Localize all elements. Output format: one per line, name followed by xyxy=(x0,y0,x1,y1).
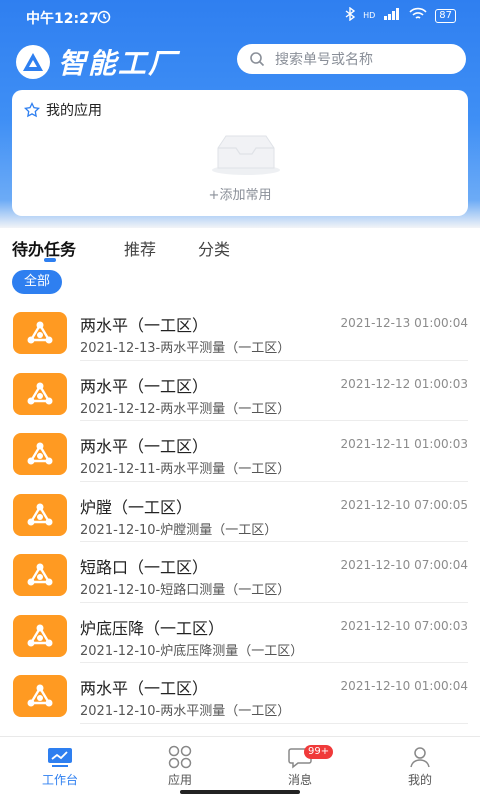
search-icon xyxy=(249,51,265,67)
task-icon xyxy=(13,372,67,415)
task-subtitle: 2021-12-12-两水平测量（一工区） xyxy=(80,401,291,417)
task-time: 2021-12-10 07:00:03 xyxy=(340,618,468,633)
logo-mark-icon xyxy=(16,45,50,79)
app-title: 智能工厂 xyxy=(58,47,179,80)
my-apps-card: 我的应用 +添加常用 xyxy=(12,90,468,216)
messages-badge: 99+ xyxy=(304,745,334,759)
task-icon xyxy=(13,493,67,536)
status-bar: 中午12:27 HD 87 xyxy=(0,0,480,32)
task-title: 两水平（一工区） xyxy=(80,437,209,456)
add-common-button[interactable]: +添加常用 xyxy=(12,184,468,203)
row-divider xyxy=(80,722,468,724)
filter-chip-all[interactable]: 全部 xyxy=(12,270,63,294)
my-apps-title: 我的应用 xyxy=(46,103,102,119)
task-title: 两水平（一工区） xyxy=(80,376,209,396)
tab-apps-label: 应用 xyxy=(167,773,192,787)
bluetooth-icon xyxy=(345,6,356,24)
task-subtitle: 2021-12-10-两水平测量（一工区） xyxy=(80,704,291,719)
task-icon xyxy=(13,433,67,475)
task-icon xyxy=(13,312,67,354)
my-apps-heading: 我的应用 xyxy=(24,100,102,120)
tab-category[interactable]: 分类 xyxy=(198,236,230,260)
task-row[interactable]: 两水平（一工区） 2021-12-10 01:00:04 2021-12-10-… xyxy=(0,663,480,724)
task-row[interactable]: 两水平（一工区） 2021-12-13 01:00:04 2021-12-13-… xyxy=(0,300,480,361)
signal-icon xyxy=(383,8,401,23)
tab-todo[interactable]: 待办任务 xyxy=(12,236,76,260)
task-title: 两水平（一工区） xyxy=(80,316,209,335)
task-icon xyxy=(13,554,67,596)
task-icon xyxy=(13,675,67,717)
task-icon xyxy=(13,614,67,657)
tab-mine[interactable]: 我的 xyxy=(380,743,460,788)
task-title: 炉膛（一工区） xyxy=(80,497,193,517)
alarm-icon xyxy=(96,8,112,28)
task-tabs: 待办任务 推荐 分类 全部 xyxy=(0,228,480,300)
workbench-icon xyxy=(20,743,100,771)
status-time: 中午12:27 xyxy=(26,11,99,27)
tab-messages[interactable]: 99+ 消息 xyxy=(260,743,340,788)
search-placeholder: 搜索单号或名称 xyxy=(275,52,373,68)
battery-level: 87 xyxy=(435,8,456,23)
task-list: 两水平（一工区） 2021-12-13 01:00:04 2021-12-13-… xyxy=(0,300,480,740)
star-icon xyxy=(24,102,40,118)
tab-messages-label: 消息 xyxy=(287,773,312,787)
signal-hd-label: HD xyxy=(363,11,376,20)
task-time: 2021-12-12 01:00:03 xyxy=(340,376,468,391)
task-subtitle: 2021-12-10-炉膛测量（一工区） xyxy=(80,522,278,538)
task-subtitle: 2021-12-11-两水平测量（一工区） xyxy=(80,462,291,477)
app-logo: 智能工厂 xyxy=(16,42,178,82)
task-title: 短路口（一工区） xyxy=(80,558,209,577)
task-subtitle: 2021-12-10-短路口测量（一工区） xyxy=(80,583,291,598)
task-row[interactable]: 两水平（一工区） 2021-12-11 01:00:03 2021-12-11-… xyxy=(0,421,480,482)
tab-apps[interactable]: 应用 xyxy=(140,743,220,788)
task-subtitle: 2021-12-13-两水平测量（一工区） xyxy=(80,341,291,356)
tab-workbench-label: 工作台 xyxy=(41,773,78,787)
task-row[interactable]: 炉底压降（一工区） 2021-12-10 07:00:03 2021-12-10… xyxy=(0,603,480,663)
task-time: 2021-12-13 01:00:04 xyxy=(340,316,468,330)
task-time: 2021-12-11 01:00:03 xyxy=(340,437,468,451)
apps-grid-icon xyxy=(140,743,220,771)
task-title: 两水平（一工区） xyxy=(80,679,209,698)
task-row[interactable]: 炉膛（一工区） 2021-12-10 07:00:05 2021-12-10-炉… xyxy=(0,482,480,542)
user-icon xyxy=(380,743,460,771)
task-title: 炉底压降（一工区） xyxy=(80,618,225,638)
task-time: 2021-12-10 07:00:04 xyxy=(340,558,468,572)
tab-recommend[interactable]: 推荐 xyxy=(124,236,156,260)
search-bar[interactable]: 搜索单号或名称 xyxy=(237,44,466,74)
task-row[interactable]: 短路口（一工区） 2021-12-10 07:00:04 2021-12-10-… xyxy=(0,542,480,603)
task-time: 2021-12-10 01:00:04 xyxy=(340,679,468,693)
empty-inbox-icon xyxy=(210,130,282,180)
tab-indicator xyxy=(44,258,56,262)
task-time: 2021-12-10 07:00:05 xyxy=(340,497,468,512)
task-subtitle: 2021-12-10-炉底压降测量（一工区） xyxy=(80,643,304,659)
tab-mine-label: 我的 xyxy=(407,773,432,787)
home-indicator xyxy=(180,790,300,794)
task-row[interactable]: 两水平（一工区） 2021-12-12 01:00:03 2021-12-12-… xyxy=(0,361,480,421)
wifi-icon xyxy=(409,7,427,24)
tab-workbench[interactable]: 工作台 xyxy=(20,743,100,788)
